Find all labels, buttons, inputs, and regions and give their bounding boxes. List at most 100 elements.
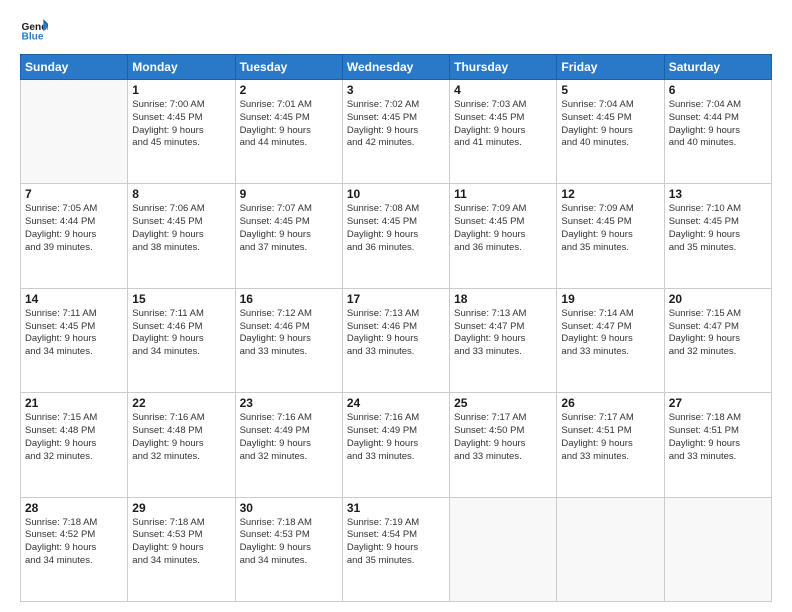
cell-info-line: Sunrise: 7:11 AM xyxy=(132,308,230,321)
cell-info-line: and 44 minutes. xyxy=(240,137,338,150)
cell-info-line: Sunrise: 7:15 AM xyxy=(669,308,767,321)
cell-info-line: Sunset: 4:45 PM xyxy=(132,216,230,229)
logo-icon: General Blue xyxy=(20,16,48,44)
cell-info-line: Sunset: 4:45 PM xyxy=(132,112,230,125)
cell-info-line: Daylight: 9 hours xyxy=(669,333,767,346)
cell-info-line: Sunset: 4:44 PM xyxy=(25,216,123,229)
day-number: 10 xyxy=(347,187,445,201)
cell-info-line: and 42 minutes. xyxy=(347,137,445,150)
cell-info-line: and 34 minutes. xyxy=(132,555,230,568)
cell-info-line: Sunset: 4:47 PM xyxy=(561,321,659,334)
calendar-cell: 26Sunrise: 7:17 AMSunset: 4:51 PMDayligh… xyxy=(557,393,664,497)
day-number: 11 xyxy=(454,187,552,201)
cell-info-line: Sunset: 4:48 PM xyxy=(132,425,230,438)
calendar-cell: 29Sunrise: 7:18 AMSunset: 4:53 PMDayligh… xyxy=(128,497,235,601)
cell-info-line: Daylight: 9 hours xyxy=(25,542,123,555)
weekday-header: Friday xyxy=(557,55,664,80)
calendar-week-row: 1Sunrise: 7:00 AMSunset: 4:45 PMDaylight… xyxy=(21,80,772,184)
cell-info-line: Daylight: 9 hours xyxy=(347,542,445,555)
cell-info-line: and 35 minutes. xyxy=(347,555,445,568)
logo: General Blue xyxy=(20,16,52,44)
calendar-cell: 24 Sunrise: 7:16 AMSunset: 4:49 PMDayligh… xyxy=(342,393,449,497)
cell-info-line: Sunrise: 7:09 AM xyxy=(454,203,552,216)
cell-info-line: Sunset: 4:53 PM xyxy=(240,529,338,542)
day-number: 31 xyxy=(347,501,445,515)
cell-info-line: Sunset: 4:52 PM xyxy=(25,529,123,542)
cell-info-line: Daylight: 9 hours xyxy=(347,438,445,451)
cell-info-line: Sunset: 4:51 PM xyxy=(561,425,659,438)
weekday-header: Saturday xyxy=(664,55,771,80)
cell-info-line: Sunrise: 7:18 AM xyxy=(240,517,338,530)
cell-info-line: Sunset: 4:45 PM xyxy=(454,216,552,229)
calendar-cell xyxy=(664,497,771,601)
cell-info-line: Sunrise: 7:04 AM xyxy=(561,99,659,112)
weekday-header: Tuesday xyxy=(235,55,342,80)
calendar-cell: 11 Sunrise: 7:09 AMSunset: 4:45 PMDayligh… xyxy=(450,184,557,288)
cell-info-line: and 33 minutes. xyxy=(454,346,552,359)
cell-info-line: Daylight: 9 hours xyxy=(240,438,338,451)
cell-info-line: Sunrise: 7:04 AM xyxy=(669,99,767,112)
weekday-header: Monday xyxy=(128,55,235,80)
day-number: 24 xyxy=(347,396,445,410)
day-number: 21 xyxy=(25,396,123,410)
cell-info-line: Daylight: 9 hours xyxy=(454,333,552,346)
day-number: 23 xyxy=(240,396,338,410)
calendar-cell: 27Sunrise: 7:18 AMSunset: 4:51 PMDayligh… xyxy=(664,393,771,497)
calendar-cell: 1Sunrise: 7:00 AMSunset: 4:45 PMDaylight… xyxy=(128,80,235,184)
cell-info-line: Daylight: 9 hours xyxy=(454,125,552,138)
cell-info-line: Sunrise: 7:11 AM xyxy=(25,308,123,321)
weekday-header: Wednesday xyxy=(342,55,449,80)
calendar-cell: 10Sunrise: 7:08 AMSunset: 4:45 PMDayligh… xyxy=(342,184,449,288)
cell-info-line: Sunset: 4:45 PM xyxy=(240,112,338,125)
calendar-cell: 13Sunrise: 7:10 AMSunset: 4:45 PMDayligh… xyxy=(664,184,771,288)
day-number: 9 xyxy=(240,187,338,201)
calendar-cell: 3Sunrise: 7:02 AMSunset: 4:45 PMDaylight… xyxy=(342,80,449,184)
calendar-cell: 20Sunrise: 7:15 AMSunset: 4:47 PMDayligh… xyxy=(664,288,771,392)
cell-info-line: Sunset: 4:48 PM xyxy=(25,425,123,438)
cell-info-line: Daylight: 9 hours xyxy=(561,125,659,138)
calendar-cell: 4Sunrise: 7:03 AMSunset: 4:45 PMDaylight… xyxy=(450,80,557,184)
calendar-cell: 7Sunrise: 7:05 AMSunset: 4:44 PMDaylight… xyxy=(21,184,128,288)
day-number: 7 xyxy=(25,187,123,201)
day-number: 5 xyxy=(561,83,659,97)
cell-info-line: Sunrise: 7:15 AM xyxy=(25,412,123,425)
page: General Blue SundayMondayTuesdayWednesda… xyxy=(0,0,792,612)
cell-info-line: Sunset: 4:54 PM xyxy=(347,529,445,542)
day-number: 2 xyxy=(240,83,338,97)
cell-info-line: Sunrise: 7:18 AM xyxy=(132,517,230,530)
weekday-header: Sunday xyxy=(21,55,128,80)
cell-info-line: and 32 minutes. xyxy=(25,451,123,464)
cell-info-line: Daylight: 9 hours xyxy=(347,229,445,242)
cell-info-line: Daylight: 9 hours xyxy=(561,438,659,451)
cell-info-line: and 32 minutes. xyxy=(132,451,230,464)
cell-info-line: and 34 minutes. xyxy=(132,346,230,359)
header: General Blue xyxy=(20,16,772,44)
calendar-cell: 17Sunrise: 7:13 AMSunset: 4:46 PMDayligh… xyxy=(342,288,449,392)
cell-info-line: Sunset: 4:49 PM xyxy=(347,425,445,438)
calendar-cell: 19Sunrise: 7:14 AMSunset: 4:47 PMDayligh… xyxy=(557,288,664,392)
weekday-header: Thursday xyxy=(450,55,557,80)
cell-info-line: Sunrise: 7:16 AM xyxy=(347,412,445,425)
calendar-week-row: 14Sunrise: 7:11 AMSunset: 4:45 PMDayligh… xyxy=(21,288,772,392)
cell-info-line: Daylight: 9 hours xyxy=(454,229,552,242)
cell-info-line: Daylight: 9 hours xyxy=(669,229,767,242)
day-number: 25 xyxy=(454,396,552,410)
day-number: 6 xyxy=(669,83,767,97)
cell-info-line: and 40 minutes. xyxy=(561,137,659,150)
cell-info-line: and 33 minutes. xyxy=(454,451,552,464)
cell-info-line: Daylight: 9 hours xyxy=(132,229,230,242)
day-number: 18 xyxy=(454,292,552,306)
day-number: 28 xyxy=(25,501,123,515)
cell-info-line: and 34 minutes. xyxy=(25,346,123,359)
calendar-cell xyxy=(557,497,664,601)
cell-info-line: Daylight: 9 hours xyxy=(669,438,767,451)
cell-info-line: Daylight: 9 hours xyxy=(240,125,338,138)
cell-info-line: and 35 minutes. xyxy=(561,242,659,255)
svg-text:Blue: Blue xyxy=(22,31,44,42)
cell-info-line: Daylight: 9 hours xyxy=(132,542,230,555)
cell-info-line: and 35 minutes. xyxy=(669,242,767,255)
calendar-cell: 30Sunrise: 7:18 AMSunset: 4:53 PMDayligh… xyxy=(235,497,342,601)
calendar-cell: 28Sunrise: 7:18 AMSunset: 4:52 PMDayligh… xyxy=(21,497,128,601)
calendar-cell: 9Sunrise: 7:07 AMSunset: 4:45 PMDaylight… xyxy=(235,184,342,288)
day-number: 22 xyxy=(132,396,230,410)
